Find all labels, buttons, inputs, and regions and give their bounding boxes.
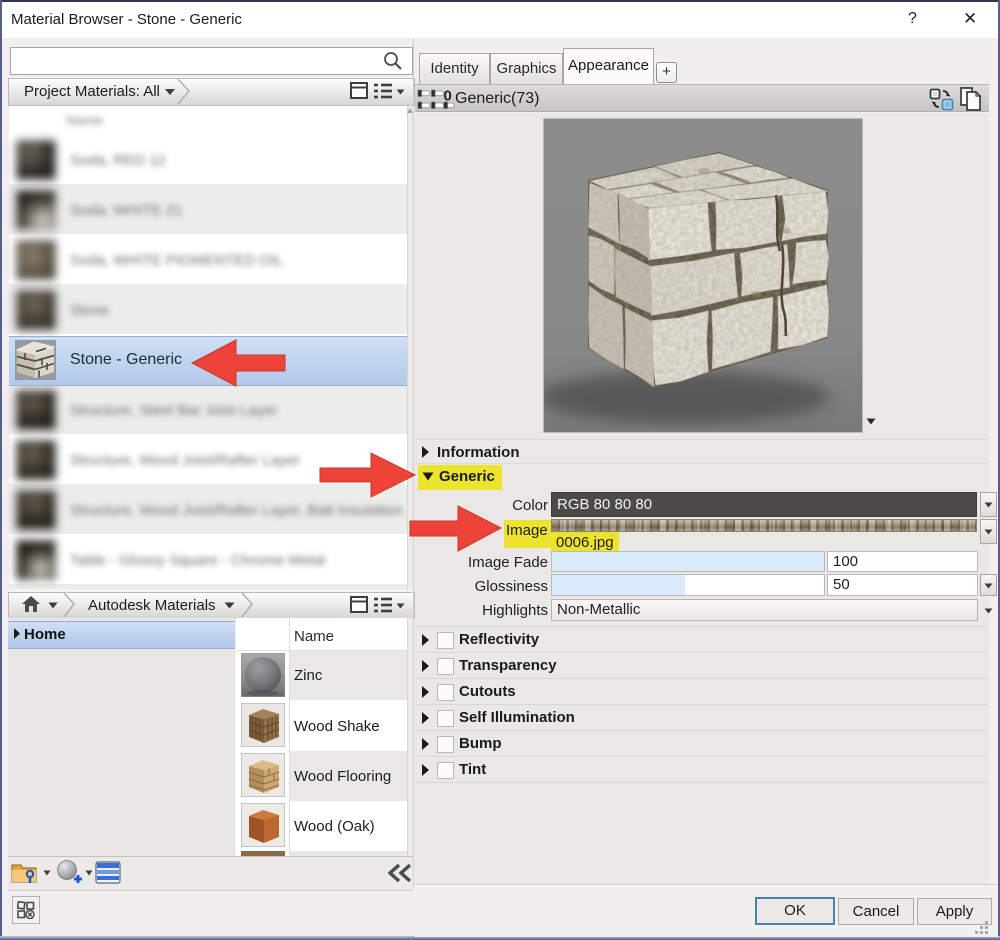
svg-text:0: 0 [444,88,452,105]
